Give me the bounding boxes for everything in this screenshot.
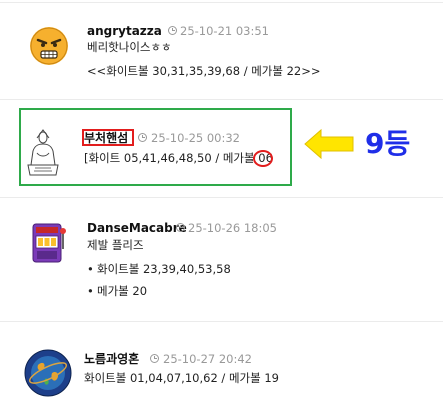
post-username[interactable]: angrytazza <box>87 24 162 38</box>
slot-machine-icon <box>32 223 66 263</box>
list-item: 메가볼 20 <box>87 284 147 298</box>
avatar[interactable] <box>26 129 60 179</box>
post-date: 25-10-25 00:32 <box>151 131 240 145</box>
post-date: 25-10-26 18:05 <box>188 221 277 235</box>
clock-icon <box>138 133 147 142</box>
post-username[interactable]: DanseMacabre <box>87 221 187 235</box>
clock-icon <box>176 223 185 232</box>
post-username[interactable]: 노름과영혼 <box>84 352 139 366</box>
clock-icon <box>168 26 177 35</box>
avatar[interactable] <box>30 27 68 65</box>
left-arrow-icon <box>304 128 354 160</box>
post-text: 제발 플리즈 <box>87 238 144 252</box>
globe-figure-icon <box>24 349 72 397</box>
post-text: <<화이트볼 30,31,35,39,68 / 메가볼 22>> <box>87 64 321 78</box>
post-username[interactable]: 부처핸섬 <box>84 131 128 145</box>
buddha-statue-icon <box>27 129 59 176</box>
post-text: [화이트 05,41,46,48,50 / 메가볼 06 <box>84 151 273 165</box>
divider <box>0 2 443 3</box>
list-item: 화이트볼 23,39,40,53,58 <box>87 262 231 276</box>
megaball-circle-mark <box>253 150 273 167</box>
rank-label: 9등 <box>365 127 411 160</box>
angry-face-icon <box>30 27 68 65</box>
divider <box>0 99 443 100</box>
avatar[interactable] <box>24 349 72 397</box>
post-date: 25-10-21 03:51 <box>180 24 269 38</box>
avatar[interactable] <box>30 221 70 265</box>
divider <box>0 197 443 198</box>
divider <box>0 321 443 322</box>
post-text: 베리핫나이스ㅎㅎ <box>87 40 172 54</box>
post-text: 화이트볼 01,04,07,10,62 / 메가볼 19 <box>84 371 279 385</box>
post-date: 25-10-27 20:42 <box>163 352 252 366</box>
clock-icon <box>150 354 159 363</box>
